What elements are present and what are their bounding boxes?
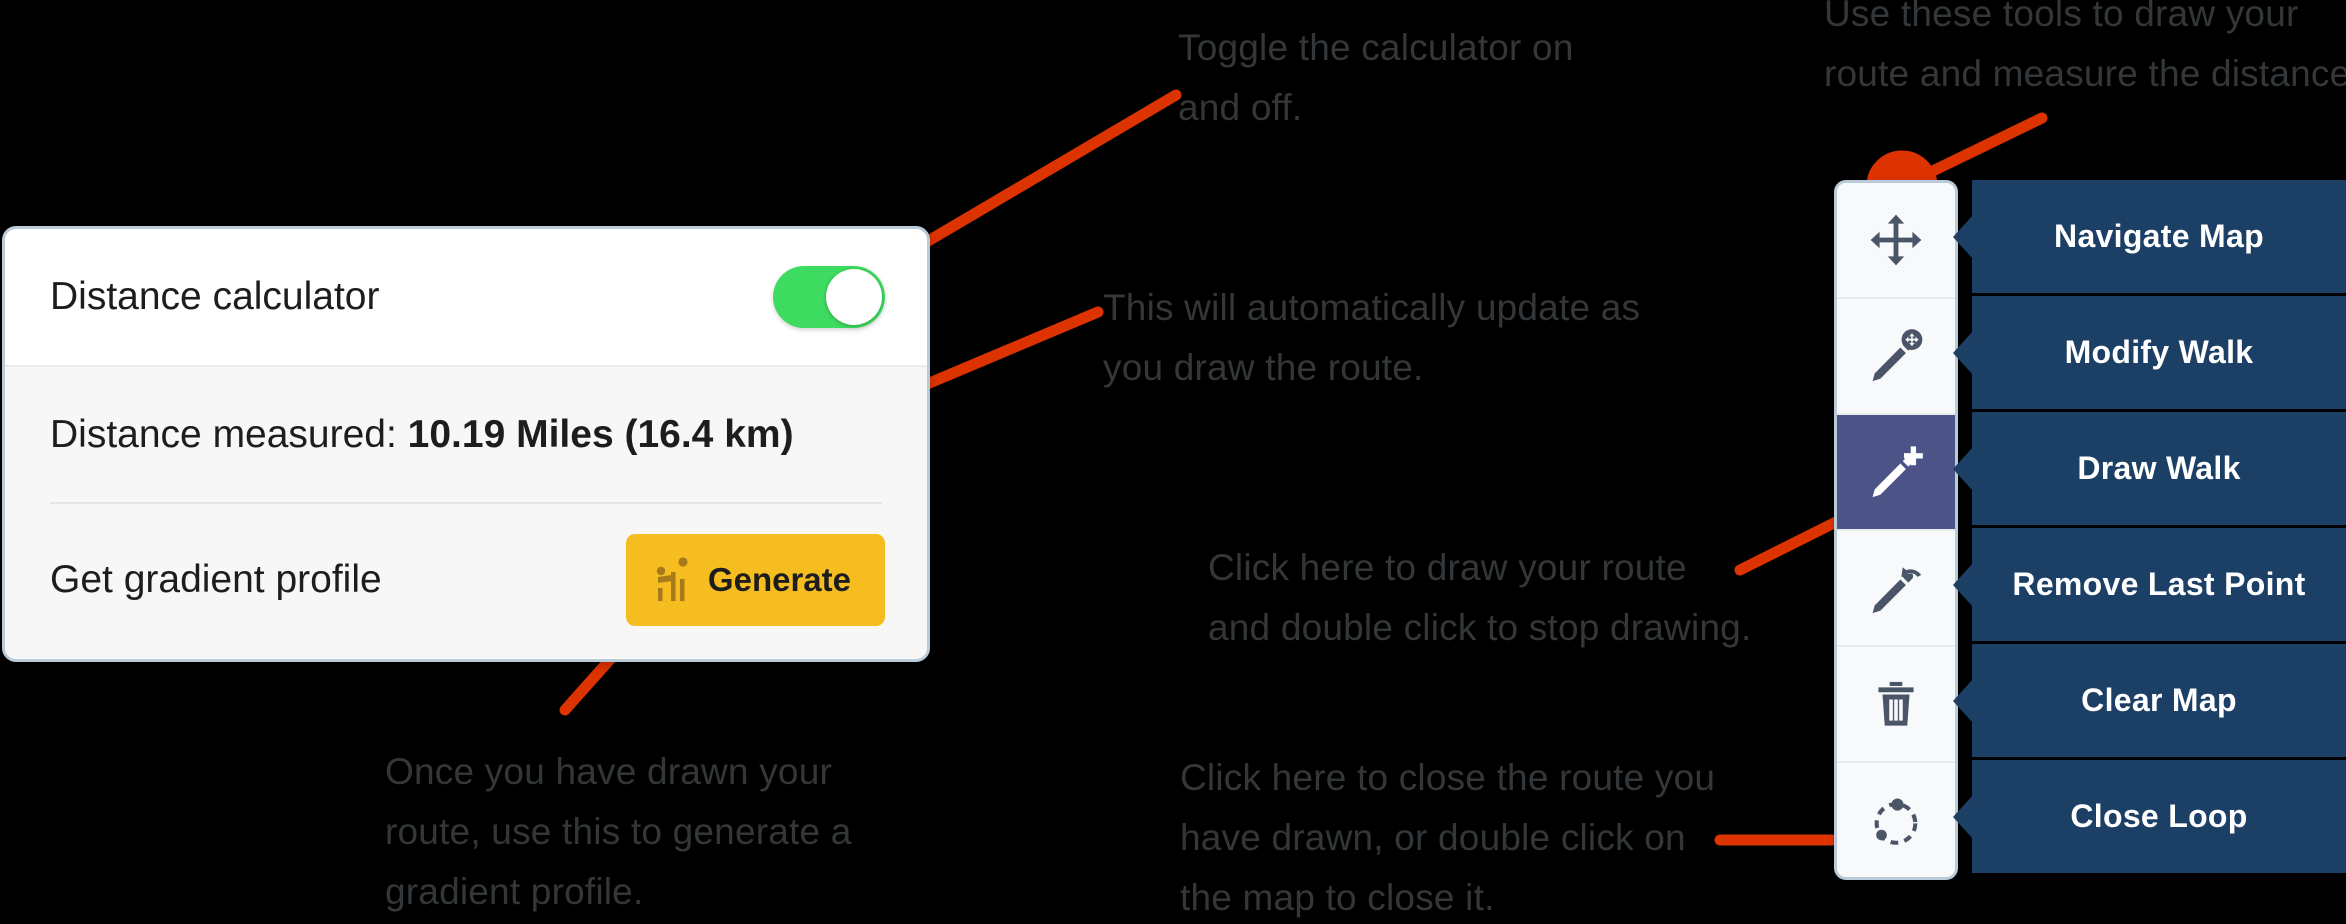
arrows-move-icon	[1867, 211, 1925, 269]
pencil-move-icon	[1867, 327, 1925, 385]
annotation-auto-update: This will automatically update as you dr…	[1103, 287, 1641, 388]
annotation-toggle-calculator: Toggle the calculator on and off.	[1178, 27, 1574, 128]
distance-calculator-label: Distance calculator	[50, 275, 380, 318]
pencil-plus-icon	[1867, 443, 1925, 501]
tool-clear-map[interactable]	[1837, 647, 1955, 763]
distance-calculator-card: Distance calculator Distance measured: 1…	[2, 226, 930, 662]
tool-draw-walk[interactable]	[1837, 415, 1955, 531]
tool-modify-walk[interactable]	[1837, 299, 1955, 415]
row-divider	[50, 502, 882, 504]
distance-measured-row: Distance measured: 10.19 Miles (16.4 km)	[5, 367, 927, 502]
gradient-profile-row: Get gradient profile Generate	[5, 502, 927, 658]
generate-button-label: Generate	[707, 561, 851, 598]
annotation-click-to-draw: Click here to draw your route and double…	[1208, 547, 1752, 648]
distance-calculator-toggle-row: Distance calculator	[5, 229, 927, 367]
tooltip-draw-walk[interactable]: Draw Walk	[1972, 412, 2346, 528]
tooltip-modify-walk[interactable]: Modify Walk	[1972, 296, 2346, 412]
tooltip-close-loop[interactable]: Close Loop	[1972, 760, 2346, 876]
annotation-close-loop: Click here to close the route you have d…	[1180, 757, 1716, 918]
annotation-generate-profile: Once you have drawn your route, use this…	[385, 751, 852, 912]
annotation-use-these-tools: Use these tools to draw your route and m…	[1824, 0, 2346, 94]
tool-remove-last-point[interactable]	[1837, 531, 1955, 647]
tooltip-navigate-map[interactable]: Navigate Map	[1972, 180, 2346, 296]
tooltip-clear-map[interactable]: Clear Map	[1972, 644, 2346, 760]
distance-measured-value: 10.19 Miles (16.4 km)	[407, 412, 794, 456]
close-loop-circle-icon	[1867, 792, 1925, 850]
gradient-profile-label: Get gradient profile	[50, 558, 382, 601]
trash-icon	[1869, 677, 1923, 731]
chart-profile-icon	[652, 555, 694, 606]
pencil-undo-icon	[1867, 559, 1925, 617]
distance-calculator-toggle[interactable]	[773, 266, 885, 328]
tutorial-screenshot: Toggle the calculator on and off. Use th…	[0, 0, 2346, 924]
distance-measured-text: Distance measured: 10.19 Miles (16.4 km)	[50, 413, 794, 457]
toggle-knob-icon	[826, 269, 882, 325]
tooltip-remove-last-point[interactable]: Remove Last Point	[1972, 528, 2346, 644]
tool-close-loop[interactable]	[1837, 763, 1955, 877]
distance-measured-prefix: Distance measured:	[50, 412, 408, 456]
generate-gradient-profile-button[interactable]: Generate	[625, 534, 885, 626]
map-tools-panel	[1834, 180, 1958, 880]
tool-navigate-map[interactable]	[1837, 183, 1955, 299]
